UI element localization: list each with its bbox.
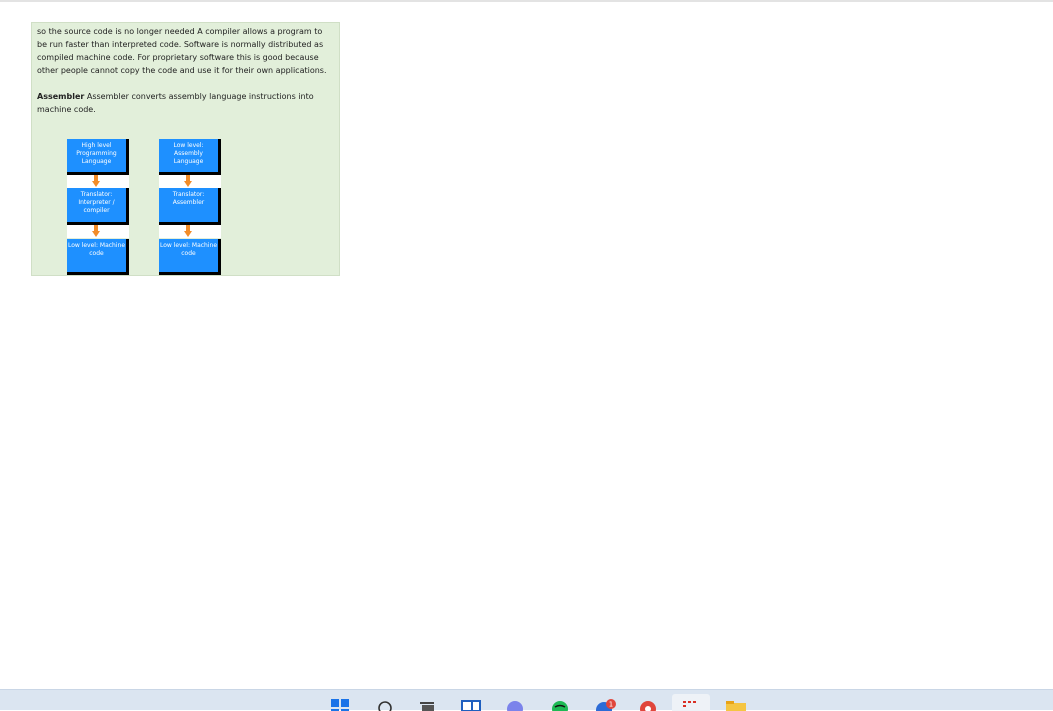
teams-chat-icon[interactable] — [504, 698, 526, 711]
box-machine-code: Low level: Machine code — [159, 239, 221, 275]
chrome-icon[interactable] — [637, 698, 659, 711]
box-machine-code: Low level: Machine code — [67, 239, 129, 275]
active-app-highlight — [672, 694, 710, 711]
box-translator-assembler: Translator: Assembler — [159, 188, 221, 225]
box-assembly-language: Low level: Assembly Language — [159, 139, 221, 175]
note-paragraph-assembler: Assembler Assembler converts assembly la… — [37, 90, 334, 116]
spotify-icon[interactable] — [549, 698, 571, 711]
windows-start-icon[interactable] — [329, 698, 351, 711]
file-explorer-icon[interactable] — [724, 698, 746, 711]
note-card: so the source code is no longer needed A… — [31, 22, 340, 276]
translation-diagram: High level Programming Language Translat… — [32, 139, 341, 277]
down-arrow-icon — [184, 175, 192, 187]
note-paragraph-compiler: so the source code is no longer needed A… — [37, 27, 327, 75]
down-arrow-icon — [92, 175, 100, 187]
search-icon[interactable] — [374, 698, 396, 711]
widgets-icon[interactable] — [460, 698, 482, 711]
box-translator-interpreter-compiler: Translator: Interpreter / compiler — [67, 188, 129, 225]
messenger-icon[interactable]: 1 — [594, 698, 616, 711]
down-arrow-icon — [184, 225, 192, 237]
task-view-icon[interactable] — [416, 698, 438, 711]
taskbar: 1 — [0, 689, 1053, 711]
assembler-heading: Assembler — [37, 92, 85, 101]
box-high-level-language: High level Programming Language — [67, 139, 129, 175]
messenger-badge: 1 — [609, 701, 613, 709]
window-top-border — [0, 0, 1053, 2]
down-arrow-icon — [92, 225, 100, 237]
app-icon[interactable] — [680, 699, 702, 711]
